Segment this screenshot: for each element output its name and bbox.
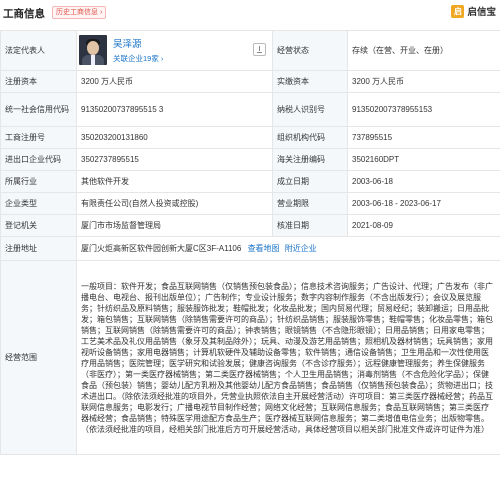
brand: 启 启信宝 — [451, 4, 496, 18]
reg-no-value: 350203200131860 — [76, 126, 273, 149]
credit-code-value: 91350200737895515 3 — [76, 92, 273, 127]
business-term-label: 营业期限 — [272, 192, 348, 215]
related-companies-link[interactable]: 关联企业19家 › — [113, 53, 163, 64]
brand-name: 启信宝 — [467, 7, 496, 18]
taxpayer-id-label: 纳税人识别号 — [272, 92, 348, 127]
paid-capital-value: 3200 万人民币 — [347, 70, 500, 93]
authority-value: 厦门市市场监督管理局 — [76, 214, 273, 237]
table-row: 工商注册号 350203200131860 组织机构代码 737895515 — [0, 126, 500, 149]
business-scope-label: 经营范围 — [0, 260, 77, 455]
industry-value: 其他软件开发 — [76, 170, 273, 193]
founded-date-label: 成立日期 — [272, 170, 348, 193]
page-title: 工商信息 — [3, 8, 45, 20]
table-row: 注册地址 厦门火炬高新区软件园创新大厦C区3F-A1106 查看地图 附近企业 — [0, 236, 500, 261]
table-row: 统一社会信用代码 91350200737895515 3 纳税人识别号 9135… — [0, 92, 500, 127]
taxpayer-id-value: 913502007378955153 — [347, 92, 500, 127]
company-type-value: 有限责任公司(自然人投资或控股) — [76, 192, 273, 215]
status-value: 存续（在营、开业、在册） — [347, 30, 500, 71]
founded-date-value: 2003-06-18 — [347, 170, 500, 193]
reg-capital-value: 3200 万人民币 — [76, 70, 273, 93]
table-row: 注册资本 3200 万人民币 实缴资本 3200 万人民币 — [0, 70, 500, 93]
business-scope-value: 一般项目：软件开发；食品互联网销售（仅销售预包装食品）；信息技术咨询服务；广告设… — [76, 260, 500, 455]
import-export-code-value: 3502737895515 — [76, 148, 273, 171]
avatar[interactable] — [79, 34, 107, 65]
table-row: 法定代表人 吴泽源 关联企业19家 › 经营状态 存续（在营、开业、在册） — [0, 30, 500, 71]
nearby-companies-link[interactable]: 附近企业 — [285, 244, 317, 253]
header-bar: 工商信息 历史工商信息 › 启 启信宝 — [0, 0, 500, 26]
customs-code-label: 海关注册编码 — [272, 148, 348, 171]
authority-label: 登记机关 — [0, 214, 77, 237]
table-row: 所属行业 其他软件开发 成立日期 2003-06-18 — [0, 170, 500, 193]
table-row: 经营范围 一般项目：软件开发；食品互联网销售（仅销售预包装食品）；信息技术咨询服… — [0, 260, 500, 455]
industry-label: 所属行业 — [0, 170, 77, 193]
reg-capital-label: 注册资本 — [0, 70, 77, 93]
approved-date-label: 核准日期 — [272, 214, 348, 237]
reg-no-label: 工商注册号 — [0, 126, 77, 149]
business-term-value: 2003-06-18 - 2023-06-17 — [347, 192, 500, 215]
legal-rep-label: 法定代表人 — [0, 30, 77, 71]
org-code-label: 组织机构代码 — [272, 126, 348, 149]
paid-capital-label: 实缴资本 — [272, 70, 348, 93]
credit-code-label: 统一社会信用代码 — [0, 92, 77, 127]
address-cell: 厦门火炬高新区软件园创新大厦C区3F-A1106 查看地图 附近企业 — [76, 236, 500, 261]
customs-code-value: 3502160DPT — [347, 148, 500, 171]
brand-logo-icon: 启 — [451, 4, 465, 18]
table-row: 进出口企业代码 3502737895515 海关注册编码 3502160DPT — [0, 148, 500, 171]
address-value: 厦门火炬高新区软件园创新大厦C区3F-A1106 — [81, 244, 242, 253]
view-map-link[interactable]: 查看地图 — [248, 244, 280, 253]
status-label: 经营状态 — [272, 30, 348, 71]
business-info-table: 法定代表人 吴泽源 关联企业19家 › 经营状态 存续（在营、开业、在册） 注册… — [0, 30, 500, 455]
company-type-label: 企业类型 — [0, 192, 77, 215]
approved-date-value: 2021-08-09 — [347, 214, 500, 237]
table-row: 登记机关 厦门市市场监督管理局 核准日期 2021-08-09 — [0, 214, 500, 237]
org-code-value: 737895515 — [347, 126, 500, 149]
import-export-code-label: 进出口企业代码 — [0, 148, 77, 171]
address-label: 注册地址 — [0, 236, 77, 261]
legal-rep-name-link[interactable]: 吴泽源 — [113, 39, 142, 50]
legal-rep-cell: 吴泽源 关联企业19家 › — [76, 30, 273, 71]
history-info-tag[interactable]: 历史工商信息 › — [52, 6, 107, 19]
table-row: 企业类型 有限责任公司(自然人投资或控股) 营业期限 2003-06-18 - … — [0, 192, 500, 215]
export-icon[interactable] — [253, 42, 266, 56]
